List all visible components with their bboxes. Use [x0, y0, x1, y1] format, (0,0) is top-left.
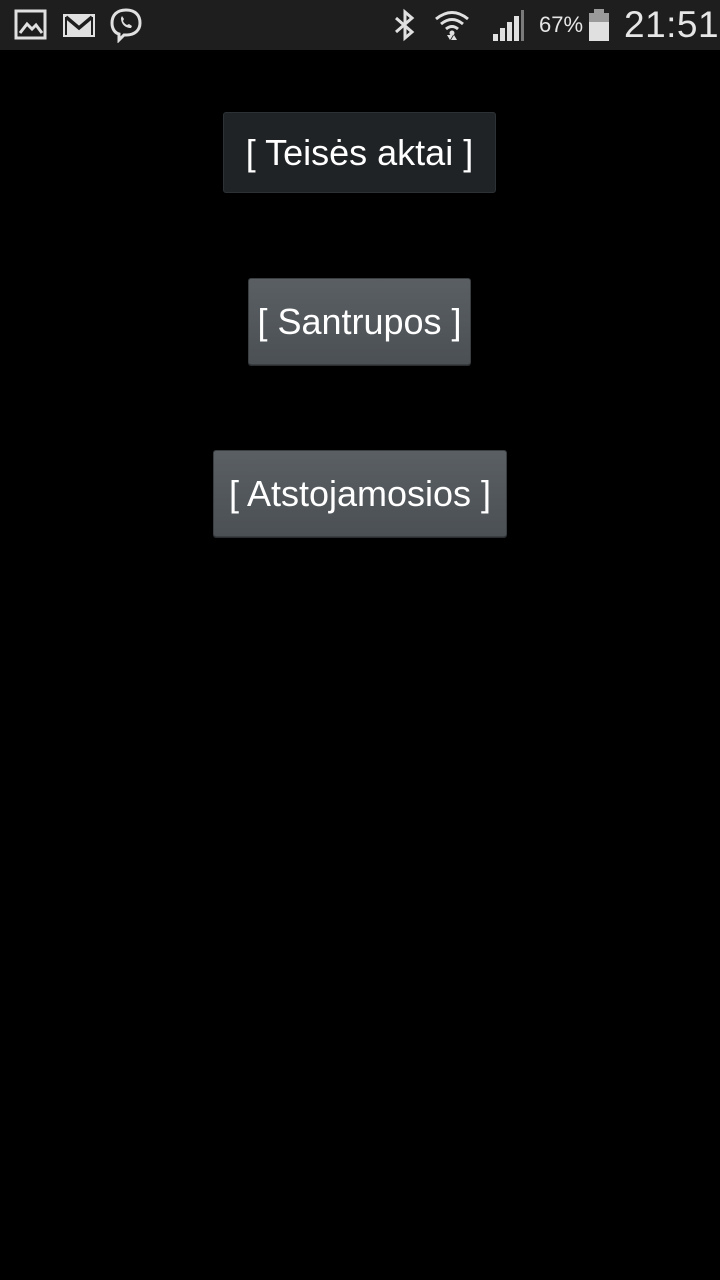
- viber-icon: [108, 7, 144, 43]
- teises-aktai-button[interactable]: [ Teisės aktai ]: [223, 112, 496, 193]
- status-bar: 67% 21:51: [0, 0, 720, 50]
- santrupos-button[interactable]: [ Santrupos ]: [248, 278, 471, 365]
- wifi-icon: [434, 7, 470, 43]
- atstojamosios-button[interactable]: [ Atstojamosios ]: [213, 450, 507, 537]
- signal-icon: [490, 7, 526, 43]
- gmail-icon: [61, 7, 97, 43]
- gallery-icon: [13, 7, 49, 43]
- bluetooth-icon: [387, 7, 423, 43]
- battery-percent: 67%: [539, 12, 584, 37]
- battery-icon: [586, 7, 612, 43]
- status-clock: 21:51: [624, 4, 720, 45]
- app-screen: 67% 21:51 [ Teisės aktai ] [ Santrupos ]…: [0, 0, 720, 1280]
